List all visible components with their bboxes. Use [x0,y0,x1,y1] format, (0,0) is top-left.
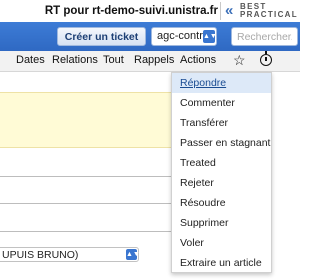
owner-select[interactable]: UPUIS BRUNO) ▲▼ [0,247,140,262]
actions-dropdown-menu: Répondre Commenter Transférer Passer en … [171,72,272,273]
best-practical-logo-icon: « [225,2,234,19]
queue-select-value: agc-contrô [157,30,209,42]
select-arrows-icon: ▲▼ [126,249,140,260]
search-input[interactable] [231,27,298,46]
menu-item-supprimer[interactable]: Supprimer [172,213,271,233]
main-toolbar: Créer un ticket dans agc-contrô ▲▼ [0,22,300,62]
menu-item-passer-en-stagnant[interactable]: Passer en stagnant [172,133,271,153]
top-header: RT pour rt-demo-suivi.unistra.fr « BEST … [0,0,300,23]
brand-line-2: PRACTICAL [240,10,298,19]
menu-item-voler[interactable]: Voler [172,233,271,253]
owner-select-value: UPUIS BRUNO) [2,249,79,261]
ticket-nav-bar: Dates Relations Tout Rappels Actions ☆ [0,51,300,72]
select-arrows-icon: ▲▼ [203,30,217,43]
nav-tout[interactable]: Tout [103,54,124,66]
nav-relations[interactable]: Relations [52,54,98,66]
best-practical-logo: BEST PRACTICAL [240,3,298,19]
nav-dates[interactable]: Dates [16,54,45,66]
menu-item-repondre[interactable]: Répondre [172,73,271,93]
site-title: RT pour rt-demo-suivi.unistra.fr [44,5,218,17]
form-field-border [0,176,172,177]
stopwatch-icon[interactable] [260,51,272,66]
message-panel [0,92,172,148]
brand-divider [220,2,221,20]
form-field-border [0,231,172,232]
queue-select[interactable]: agc-contrô ▲▼ [151,27,217,46]
menu-item-commenter[interactable]: Commenter [172,93,271,113]
menu-item-rejeter[interactable]: Rejeter [172,173,271,193]
menu-item-resoudre[interactable]: Résoudre [172,193,271,213]
create-ticket-button[interactable]: Créer un ticket dans [57,27,146,62]
star-icon[interactable]: ☆ [233,52,246,69]
nav-rappels[interactable]: Rappels [134,54,174,66]
menu-item-extraire-un-article[interactable]: Extraire un article [172,253,271,273]
menu-item-treated[interactable]: Treated [172,153,271,173]
form-field-border [0,203,172,204]
menu-item-transferer[interactable]: Transférer [172,113,271,133]
nav-actions[interactable]: Actions [180,54,216,66]
